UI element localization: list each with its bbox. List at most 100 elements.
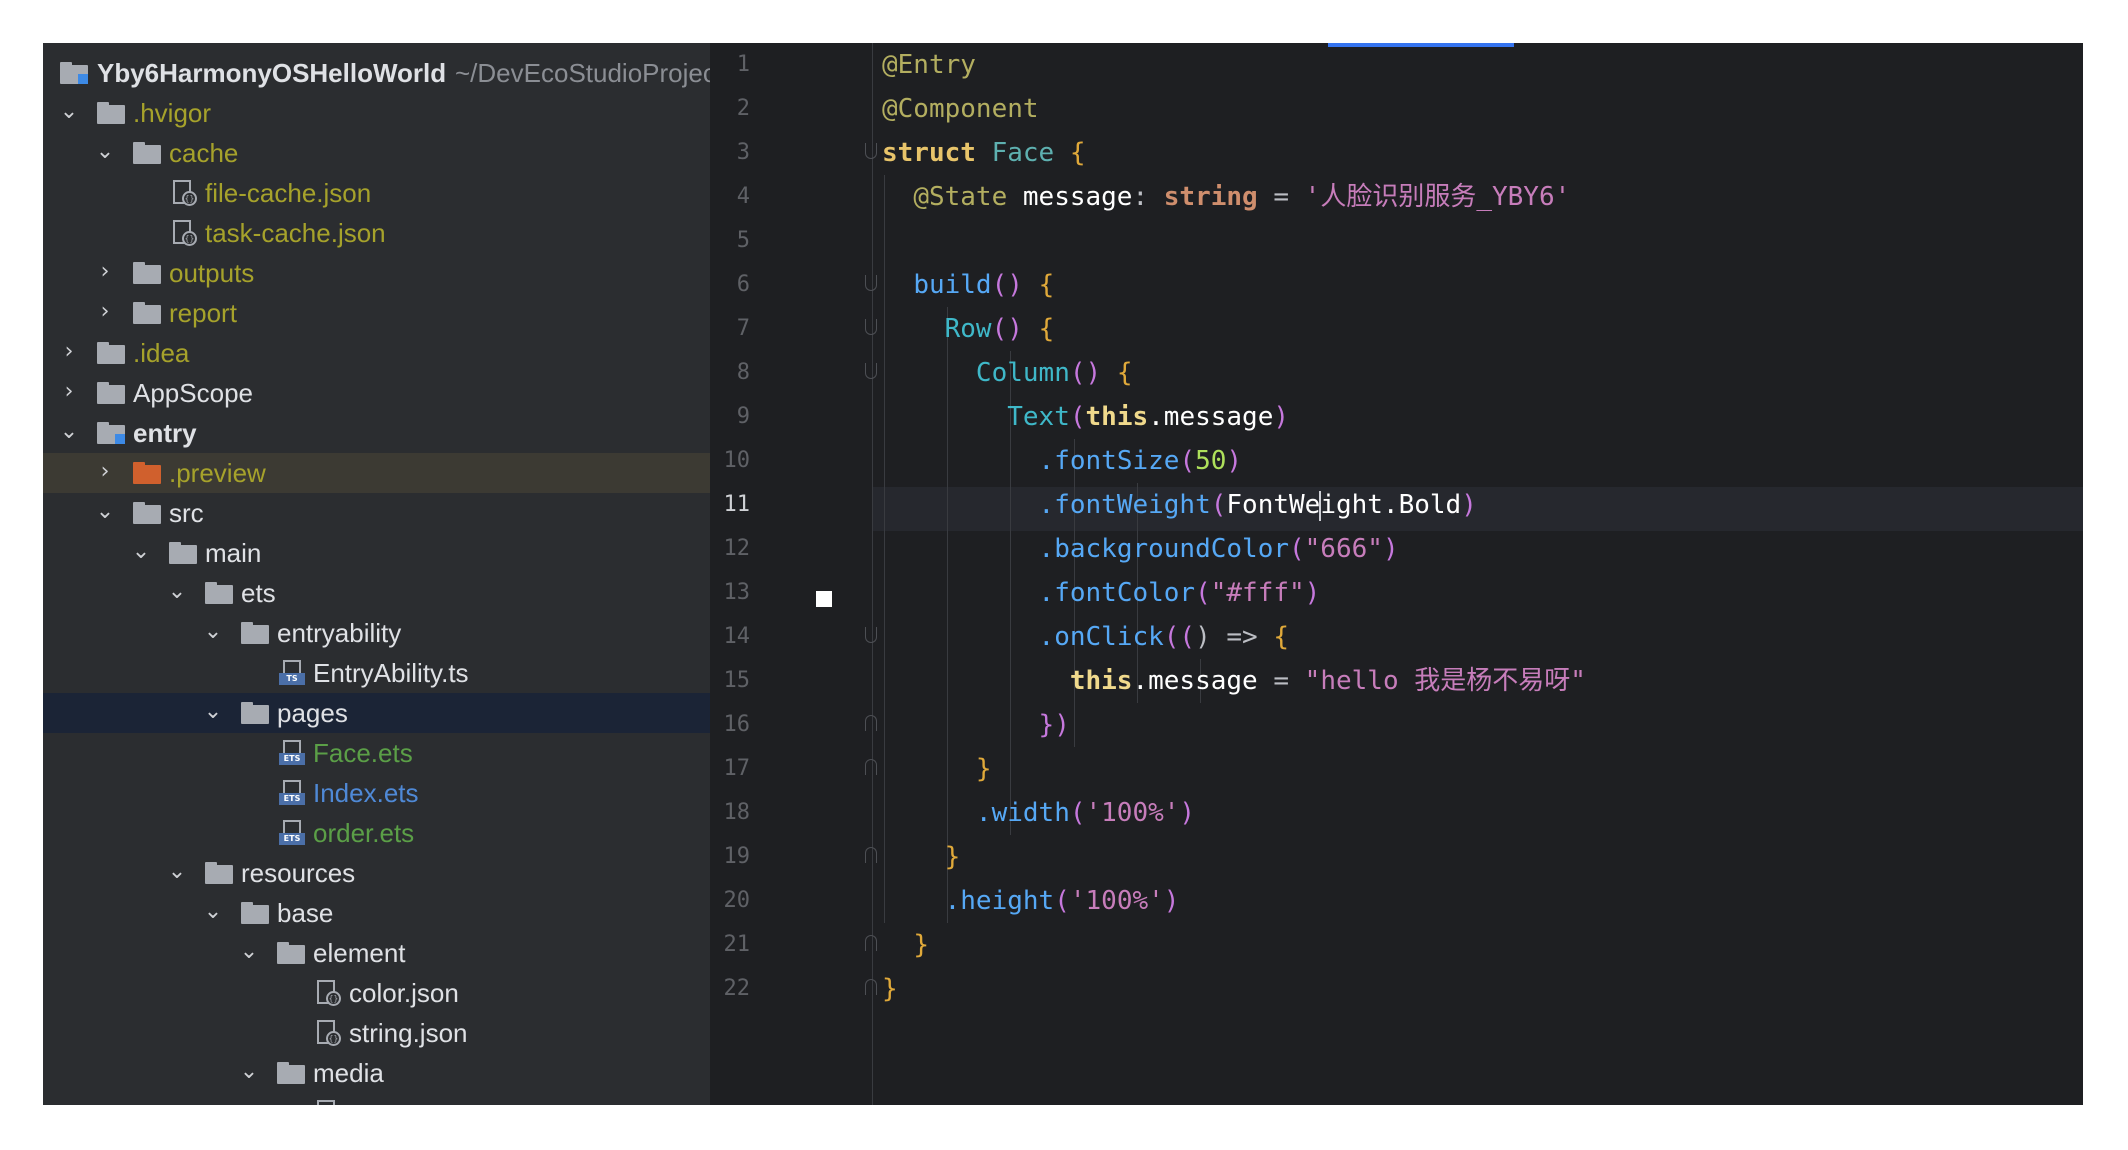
line-number[interactable]: 13 (710, 571, 751, 615)
tree-item-entryability[interactable]: ⌄ entryability (43, 613, 710, 653)
line-number[interactable]: 18 (710, 791, 751, 835)
code-line[interactable]: } (882, 923, 929, 967)
line-number[interactable]: 22 (710, 967, 751, 1011)
line-number[interactable]: 2 (710, 87, 750, 131)
tree-item-task-cache[interactable]: {} task-cache.json (43, 213, 710, 253)
code-line[interactable]: } (882, 967, 898, 1011)
fold-collapse-icon[interactable] (865, 143, 879, 163)
line-number[interactable]: 11 (710, 483, 751, 527)
chevron-down-icon[interactable]: ⌄ (165, 573, 189, 613)
tree-item-hvigor[interactable]: ⌄ .hvigor (43, 93, 710, 133)
line-number[interactable]: 9 (710, 395, 750, 439)
chevron-down-icon[interactable]: ⌄ (93, 133, 117, 173)
tree-item-order-ets[interactable]: ETS order.ets (43, 813, 710, 853)
chevron-down-icon[interactable]: ⌄ (129, 533, 153, 573)
fold-collapse-icon[interactable] (865, 275, 879, 295)
line-number[interactable]: 20 (710, 879, 751, 923)
tree-item-index-ets[interactable]: ETS Index.ets (43, 773, 710, 813)
code-line[interactable]: @State message: string = '人脸识别服务_YBY6' (882, 175, 1570, 219)
tree-item-cache[interactable]: ⌄ cache (43, 133, 710, 173)
ide-window: Yby6HarmonyOSHelloWorld ~/DevEcoStudioPr… (43, 43, 2083, 1105)
chevron-right-icon[interactable]: › (93, 253, 117, 293)
tree-item-file-cache[interactable]: {} file-cache.json (43, 173, 710, 213)
code-line[interactable]: Column() { (882, 351, 1133, 395)
code-line[interactable]: build() { (882, 263, 1054, 307)
tree-item-outputs[interactable]: › outputs (43, 253, 710, 293)
code-editor[interactable]: 1 2 3 4 5 6 7 8 9 10 11 12 13 14 15 16 17 18 19 20 21 22 @Ent… (710, 43, 2083, 1105)
tree-item-src[interactable]: ⌄ src (43, 493, 710, 533)
tree-item-entry[interactable]: ⌄ entry (43, 413, 710, 453)
code-line[interactable]: }) (882, 703, 1070, 747)
tree-item-appscope[interactable]: › AppScope (43, 373, 710, 413)
line-number[interactable]: 14 (710, 615, 751, 659)
chevron-down-icon[interactable]: ⌄ (237, 933, 261, 973)
line-number[interactable]: 5 (710, 219, 750, 263)
fold-end-icon[interactable] (865, 715, 879, 735)
tree-item-preview[interactable]: › .preview (43, 453, 710, 493)
line-number[interactable]: 15 (710, 659, 751, 703)
code-line[interactable]: @Entry (882, 43, 976, 87)
fold-collapse-icon[interactable] (865, 627, 879, 647)
line-number[interactable]: 8 (710, 351, 750, 395)
chevron-right-icon[interactable]: › (93, 453, 117, 493)
tree-item-color-json[interactable]: {} color.json (43, 973, 710, 1013)
code-line[interactable]: } (882, 835, 961, 879)
chevron-down-icon[interactable]: ⌄ (201, 693, 225, 733)
code-line[interactable]: .fontColor("#fff") (882, 571, 1321, 615)
chevron-right-icon[interactable]: › (57, 333, 81, 373)
fold-end-icon[interactable] (865, 759, 879, 779)
line-number[interactable]: 1 (710, 43, 750, 87)
chevron-down-icon[interactable]: ⌄ (201, 613, 225, 653)
tree-item-face-ets[interactable]: ETS Face.ets (43, 733, 710, 773)
fold-collapse-icon[interactable] (865, 319, 879, 339)
chevron-right-icon[interactable]: › (57, 373, 81, 413)
code-line[interactable]: @Component (882, 87, 1039, 131)
tree-item-pages[interactable]: ⌄ pages (43, 693, 710, 733)
tree-item-idea[interactable]: › .idea (43, 333, 710, 373)
tree-item-main[interactable]: ⌄ main (43, 533, 710, 573)
chevron-down-icon[interactable]: ⌄ (237, 1053, 261, 1093)
tree-item-media[interactable]: ⌄ media (43, 1053, 710, 1093)
code-line[interactable]: Text(this.message) (882, 395, 1289, 439)
line-number[interactable]: 12 (710, 527, 751, 571)
tree-item-element[interactable]: ⌄ element (43, 933, 710, 973)
code-line[interactable]: .height('100%') (882, 879, 1180, 923)
code-line[interactable]: .onClick(() => { (882, 615, 1289, 659)
chevron-down-icon[interactable]: ⌄ (165, 853, 189, 893)
code-line[interactable]: .fontWeight(FontWeight.Bold) (882, 483, 1477, 527)
code-line[interactable]: Row() { (882, 307, 1055, 351)
fold-collapse-icon[interactable] (865, 363, 879, 383)
tree-item-resources[interactable]: ⌄ resources (43, 853, 710, 893)
line-number[interactable]: 19 (710, 835, 751, 879)
line-number[interactable]: 3 (710, 131, 750, 175)
fold-end-icon[interactable] (865, 979, 879, 999)
tree-root[interactable]: Yby6HarmonyOSHelloWorld ~/DevEcoStudioPr… (43, 53, 710, 93)
line-number[interactable]: 10 (710, 439, 751, 483)
tree-item-base[interactable]: ⌄ base (43, 893, 710, 933)
tree-item-entryability-ts[interactable]: TS EntryAbility.ts (43, 653, 710, 693)
chevron-right-icon[interactable]: › (93, 293, 117, 333)
fold-end-icon[interactable] (865, 847, 879, 867)
code-line[interactable]: .backgroundColor("666") (882, 527, 1399, 571)
tree-item-report[interactable]: › report (43, 293, 710, 333)
line-number[interactable]: 7 (710, 307, 750, 351)
line-number[interactable]: 21 (710, 923, 751, 967)
code-line[interactable]: .fontSize(50) (882, 439, 1243, 483)
chevron-down-icon[interactable]: ⌄ (201, 893, 225, 933)
fold-end-icon[interactable] (865, 935, 879, 955)
chevron-down-icon[interactable]: ⌄ (93, 493, 117, 533)
tree-item-string-json[interactable]: {} string.json (43, 1013, 710, 1053)
line-number[interactable]: 6 (710, 263, 750, 307)
code-line[interactable]: .width('100%') (882, 791, 1195, 835)
line-number[interactable]: 16 (710, 703, 751, 747)
chevron-down-icon[interactable]: ⌄ (57, 93, 81, 133)
chevron-down-icon[interactable]: ⌄ (57, 413, 81, 453)
code-line[interactable]: this.message = "hello 我是杨不易呀" (882, 659, 1586, 703)
line-number[interactable]: 4 (710, 175, 750, 219)
code-line[interactable]: struct Face { (882, 131, 1086, 175)
tree-item-ets[interactable]: ⌄ ets (43, 573, 710, 613)
line-number-gutter[interactable]: 1 2 3 4 5 6 7 8 9 10 11 12 13 14 15 16 17 18 19 20 21 22 (710, 43, 800, 1105)
code-line[interactable]: } (882, 747, 992, 791)
line-number[interactable]: 17 (710, 747, 751, 791)
gutter-color-marker[interactable] (816, 591, 832, 607)
